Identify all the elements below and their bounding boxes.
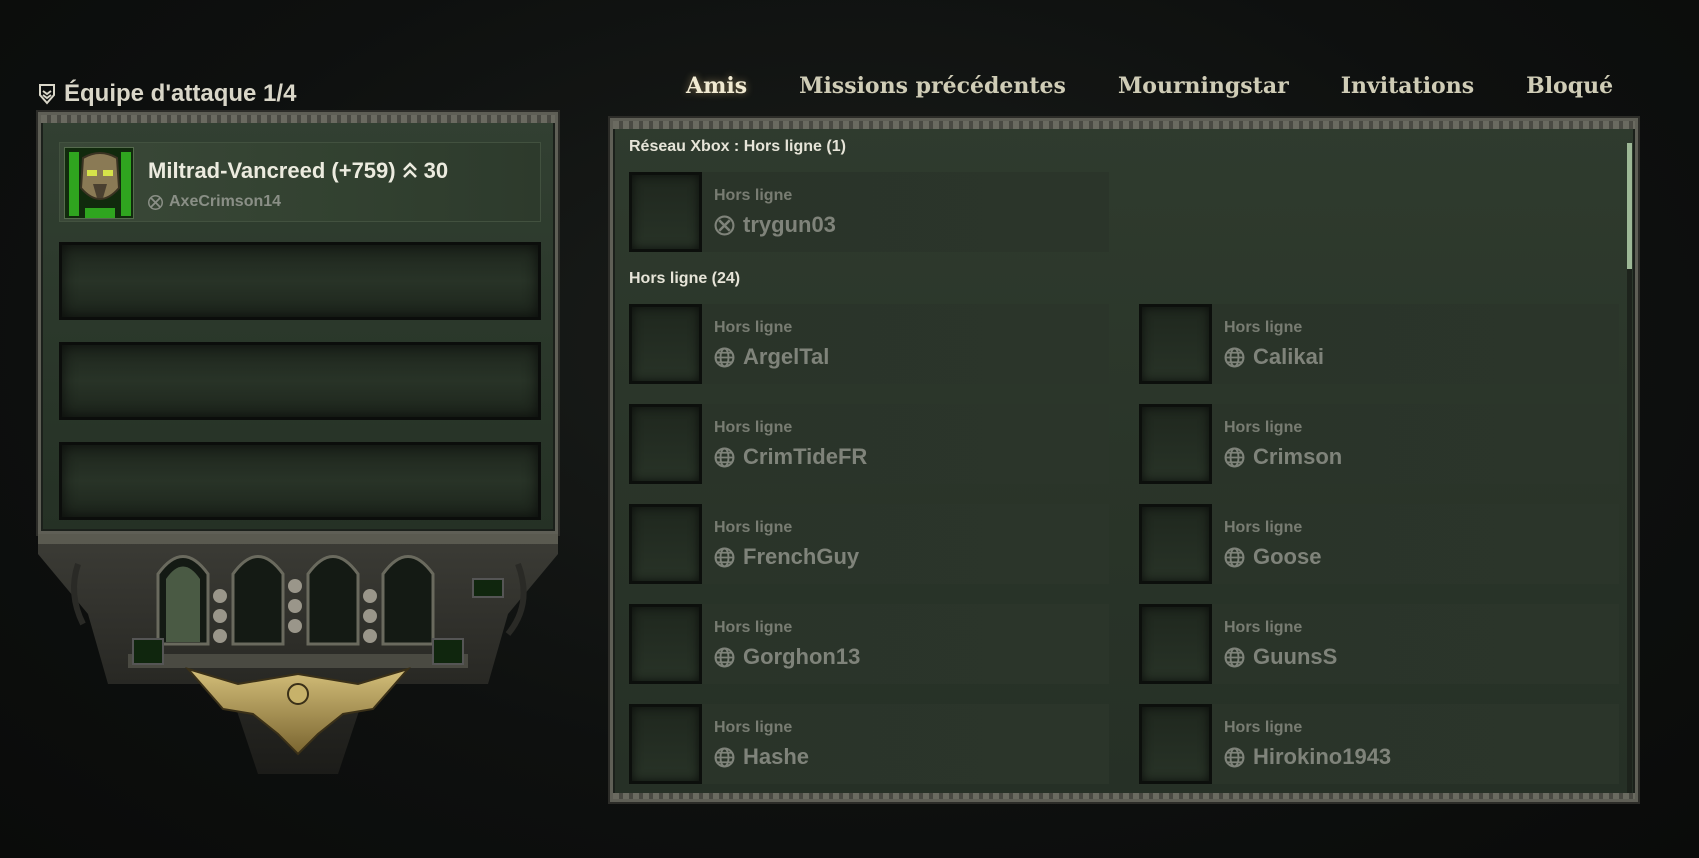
gothic-cathedral-ornament [38,534,558,774]
friend-name: Hirokino1943 [1253,744,1392,769]
xbox-section-header: Réseau Xbox : Hors ligne (1) [629,138,846,155]
offline-section-header: Hors ligne (24) [629,270,741,287]
friend-avatar [629,504,702,584]
friend-avatar [1139,704,1212,784]
globe-icon [1224,447,1245,467]
friend-card[interactable]: Hors ligne Calikai [1139,304,1619,384]
friend-status: Hors ligne [714,519,793,536]
globe-icon [714,647,735,667]
friend-avatar [1139,604,1212,684]
friend-status: Hors ligne [1224,719,1303,736]
globe-icon [714,447,735,467]
globe-icon [714,747,735,767]
friend-name-row: Calikai [1224,344,1324,370]
friend-name: Gorghon13 [743,644,861,669]
player-card[interactable]: Miltrad-Vancreed (+759) 30 AxeCrimson14 [59,142,541,222]
friend-avatar [629,304,702,384]
friend-name-row: CrimTideFR [714,444,867,470]
friend-status: Hors ligne [1224,319,1303,336]
friend-avatar [629,172,702,252]
player-name: Miltrad-Vancreed (+759) [148,158,396,183]
friend-name: Goose [1253,544,1322,569]
friend-card[interactable]: Hors ligne trygun03 [629,172,1109,252]
space-marine-helmet-icon [65,148,133,218]
friend-avatar [629,404,702,484]
friend-card[interactable]: Hors ligne Hashe [629,704,1109,784]
player-account-row: AxeCrimson14 [148,193,281,211]
strike-team-label: Équipe d'attaque 1/4 [64,80,297,107]
friend-name: CrimTideFR [743,444,868,469]
friend-avatar [629,704,702,784]
friend-name-row: trygun03 [714,212,836,238]
tab-invitations[interactable]: Invitations [1315,73,1500,99]
scrollbar-thumb[interactable] [1627,143,1632,269]
tab-amis[interactable]: Amis [686,73,773,99]
globe-icon [714,547,735,567]
friend-name: Calikai [1253,344,1324,369]
empty-team-slot[interactable] [59,342,541,420]
friend-avatar [629,604,702,684]
friend-status: Hors ligne [1224,419,1303,436]
friend-status: Hors ligne [1224,619,1303,636]
friend-card[interactable]: Hors ligne FrenchGuy [629,504,1109,584]
tab-missions-precedentes[interactable]: Missions précédentes [773,73,1092,99]
player-portrait [64,147,134,219]
friend-status: Hors ligne [714,187,793,204]
friend-name-row: Hashe [714,744,809,770]
friend-status: Hors ligne [714,319,793,336]
strike-team-panel: Miltrad-Vancreed (+759) 30 AxeCrimson14 [38,112,558,534]
friend-status: Hors ligne [714,619,793,636]
friend-card[interactable]: Hors ligne Gorghon13 [629,604,1109,684]
shield-icon [39,84,55,105]
tab-mourningstar[interactable]: Mourningstar [1092,73,1315,99]
friend-card[interactable]: Hors ligne Goose [1139,504,1619,584]
friend-status: Hors ligne [714,719,793,736]
tab-bloque[interactable]: Bloqué [1500,73,1639,99]
empty-team-slot[interactable] [59,242,541,320]
friend-card[interactable]: Hors ligne GuunsS [1139,604,1619,684]
friend-name-row: FrenchGuy [714,544,859,570]
friend-card[interactable]: Hors ligne Crimson [1139,404,1619,484]
friend-name-row: GuunsS [1224,644,1337,670]
friend-card[interactable]: Hors ligne ArgelTal [629,304,1109,384]
friend-name-row: ArgelTal [714,344,829,370]
globe-icon [1224,747,1245,767]
social-tabs: Amis Missions précédentes Mourningstar I… [686,73,1639,99]
player-level: 30 [423,158,449,183]
friend-name-row: Goose [1224,544,1321,570]
friend-name-row: Hirokino1943 [1224,744,1391,770]
friend-name: trygun03 [743,212,836,237]
friend-name: GuunsS [1253,644,1338,669]
friend-status: Hors ligne [1224,519,1303,536]
friend-avatar [1139,404,1212,484]
friend-name-row: Gorghon13 [714,644,860,670]
friend-name: Crimson [1253,444,1343,469]
strike-team-title: Équipe d'attaque 1/4 [38,80,296,108]
friend-name: Hashe [743,744,810,769]
friend-avatar [1139,304,1212,384]
friend-name: ArgelTal [743,344,830,369]
friend-name-row: Crimson [1224,444,1342,470]
player-name-row: Miltrad-Vancreed (+759) 30 [148,158,448,184]
empty-team-slot[interactable] [59,442,541,520]
xbox-icon [148,194,163,210]
player-account: AxeCrimson14 [169,193,282,210]
friend-avatar [1139,504,1212,584]
xbox-icon [714,215,735,235]
friend-name: FrenchGuy [743,544,860,569]
friend-card[interactable]: Hors ligne CrimTideFR [629,404,1109,484]
globe-icon [1224,647,1245,667]
globe-icon [1224,547,1245,567]
globe-icon [1224,347,1245,367]
friend-status: Hors ligne [714,419,793,436]
friends-panel: Réseau Xbox : Hors ligne (1) Hors ligne … [610,118,1638,802]
rank-chevron-icon [402,162,417,178]
friend-card[interactable]: Hors ligne Hirokino1943 [1139,704,1619,784]
globe-icon [714,347,735,367]
